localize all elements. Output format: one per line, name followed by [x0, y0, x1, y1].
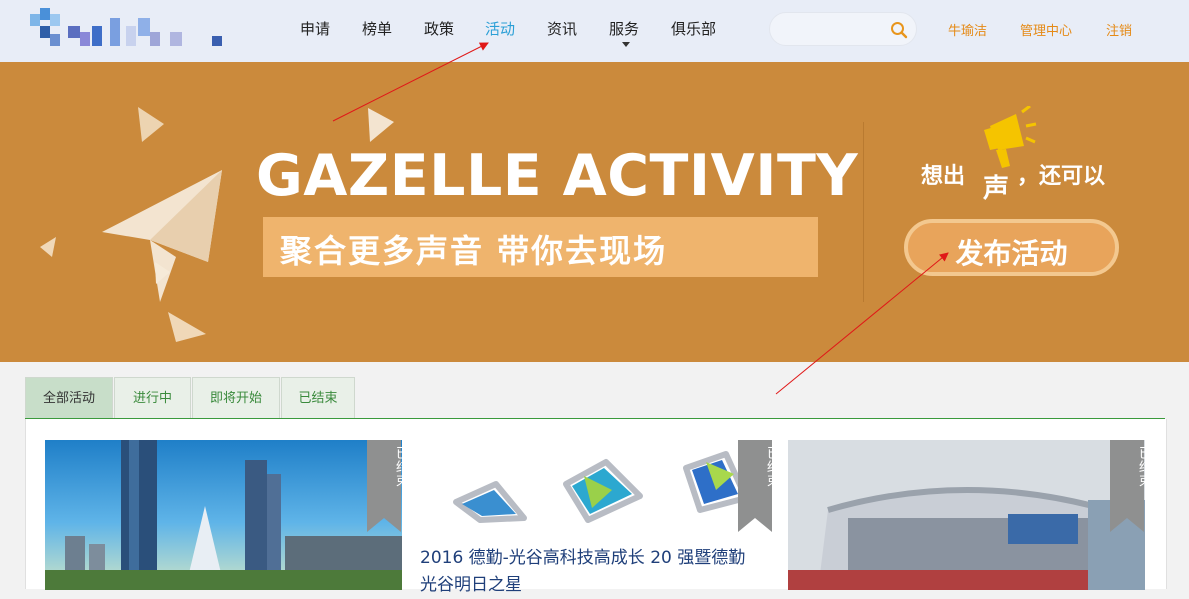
nav-item-activities[interactable]: 活动	[485, 18, 515, 39]
nav-item-apply[interactable]: 申请	[300, 18, 330, 39]
search-icon[interactable]	[890, 21, 908, 39]
convention-center-image[interactable]	[788, 440, 1145, 590]
user-name-link[interactable]: 牛瑜洁	[948, 20, 987, 39]
nav-item-policy[interactable]: 政策	[424, 18, 454, 39]
activity-card[interactable]: 已结束	[788, 440, 1145, 590]
decorative-triangle-icon	[368, 108, 394, 142]
site-logo[interactable]	[30, 8, 225, 50]
search-box	[769, 12, 917, 46]
publish-activity-button[interactable]: 发布活动	[904, 219, 1119, 276]
nav-item-news[interactable]: 资讯	[547, 18, 577, 39]
tab-upcoming[interactable]: 即将开始	[192, 377, 280, 419]
activity-card[interactable]: 已结束	[45, 440, 402, 590]
paper-plane-illustration	[40, 107, 222, 342]
ended-badge: 已结束	[367, 440, 402, 532]
chevron-down-icon[interactable]	[622, 42, 630, 47]
magnetic-triangle-toys-image[interactable]	[416, 440, 773, 540]
banner-voice-prefix: 想出	[921, 164, 966, 189]
tab-in-progress[interactable]: 进行中	[114, 377, 191, 419]
logout-link[interactable]: 注销	[1106, 20, 1132, 39]
publish-activity-label: 发布活动	[955, 237, 1068, 270]
banner-voice-suffix: ，还可以	[1017, 164, 1106, 189]
nav-item-services[interactable]: 服务	[609, 18, 639, 39]
banner-divider	[863, 122, 864, 302]
top-navigation-bar: 申请 榜单 政策 活动 资讯 服务 俱乐部 牛瑜洁 管理中心 注销	[0, 0, 1189, 62]
admin-center-link[interactable]: 管理中心	[1020, 20, 1072, 39]
banner-subtitle: 聚合更多声音 带你去现场	[280, 232, 668, 270]
ended-badge: 已结束	[1110, 440, 1145, 532]
banner-voice-word: 声	[983, 174, 1010, 204]
activity-title-link[interactable]: 2016 德勤-光谷高科技高成长 20 强暨德勤 光谷明日之星	[420, 545, 750, 599]
tab-ended[interactable]: 已结束	[281, 377, 355, 419]
activity-card[interactable]: 已结束	[416, 440, 773, 540]
tab-all-activities[interactable]: 全部活动	[25, 377, 113, 419]
activity-banner: GAZELLE ACTIVITY 聚合更多声音 带你去现场 想出 声 ，还可以 …	[0, 62, 1189, 362]
city-skyline-image[interactable]	[45, 440, 402, 590]
search-input[interactable]	[782, 20, 886, 40]
nav-item-club[interactable]: 俱乐部	[671, 18, 716, 39]
banner-title: GAZELLE ACTIVITY	[256, 143, 859, 209]
ended-badge: 已结束	[738, 440, 773, 532]
nav-item-rankings[interactable]: 榜单	[362, 18, 392, 39]
